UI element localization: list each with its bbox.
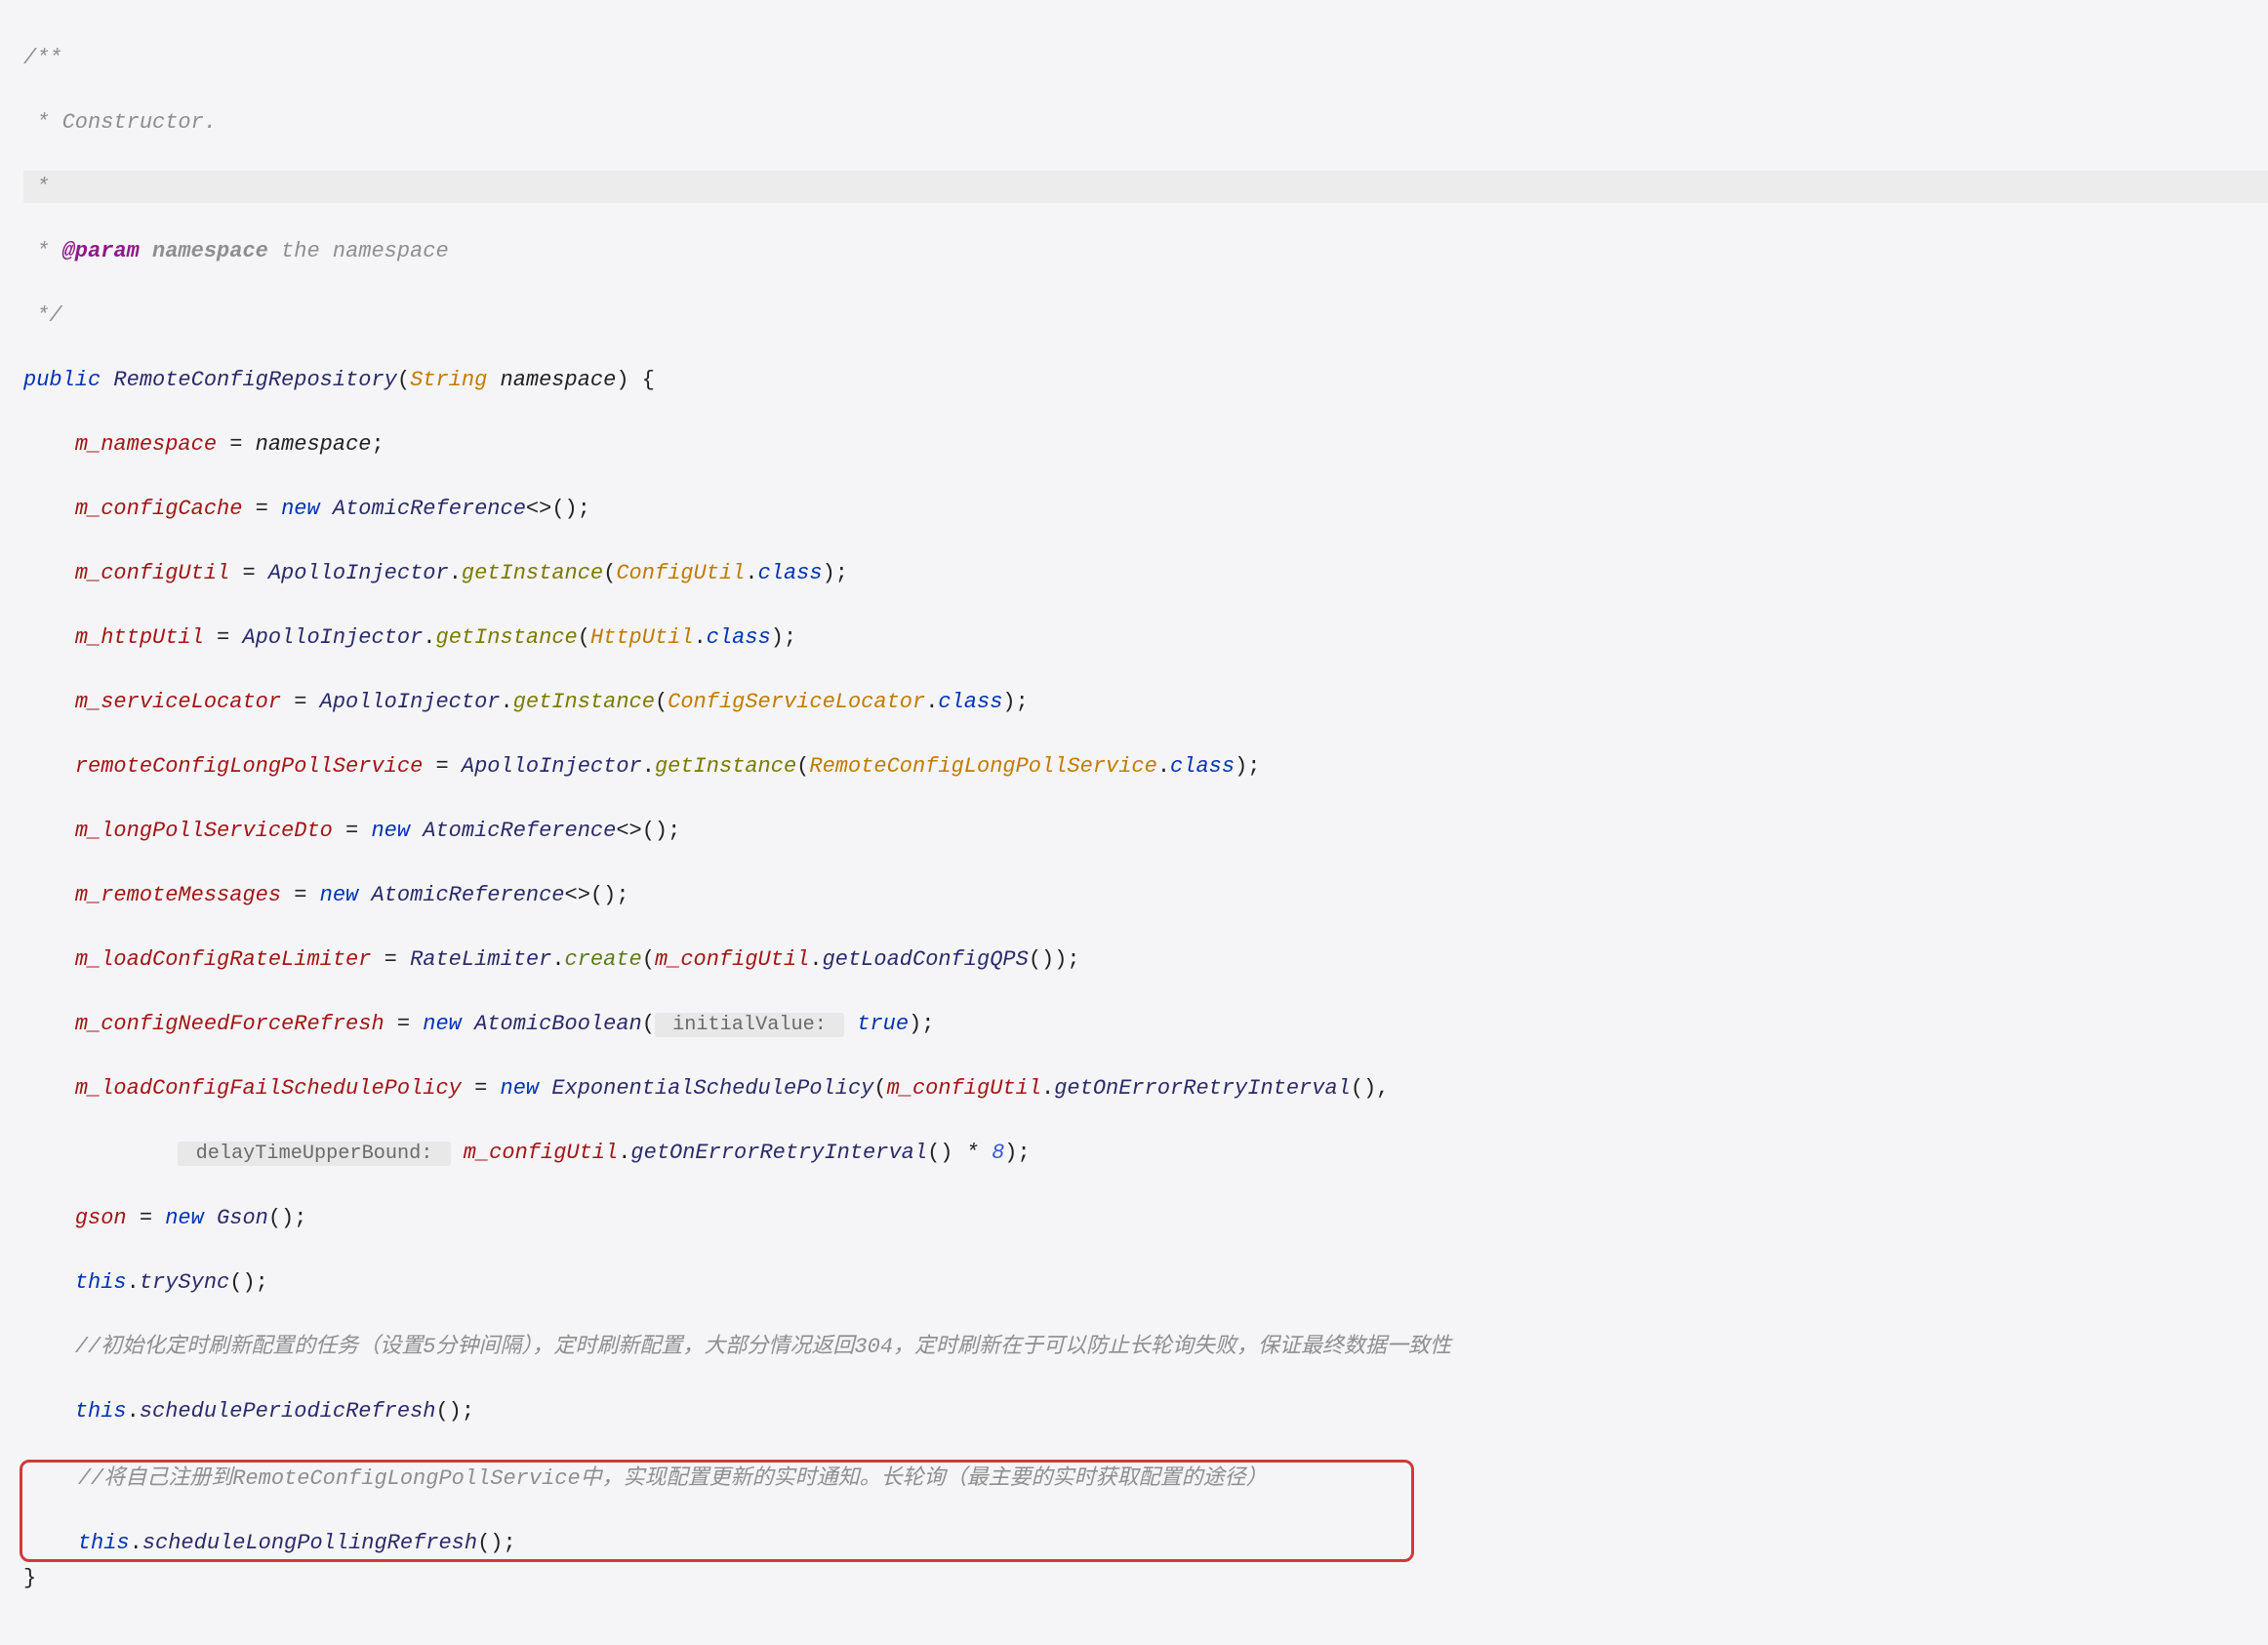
javadoc-open: /** bbox=[23, 42, 2268, 74]
stmt-call: this.trySync(); bbox=[23, 1266, 2268, 1299]
close-brace: } bbox=[23, 1562, 2268, 1594]
javadoc-line: * bbox=[23, 171, 2268, 203]
stmt-call: this.scheduleLongPollingRefresh(); bbox=[26, 1527, 1405, 1559]
javadoc-line: * Constructor. bbox=[23, 106, 2268, 139]
stmt-assign: m_httpUtil = ApolloInjector.getInstance(… bbox=[23, 622, 2268, 654]
stmt-continuation: delayTimeUpperBound: m_configUtil.getOnE… bbox=[23, 1137, 2268, 1169]
stmt-assign: m_namespace = namespace; bbox=[23, 428, 2268, 461]
comment-line: //将自己注册到RemoteConfigLongPollService中，实现配… bbox=[26, 1463, 1405, 1495]
stmt-assign: m_loadConfigRateLimiter = RateLimiter.cr… bbox=[23, 943, 2268, 976]
stmt-assign: gson = new Gson(); bbox=[23, 1202, 2268, 1234]
stmt-assign: m_loadConfigFailSchedulePolicy = new Exp… bbox=[23, 1072, 2268, 1104]
comment-line: //初始化定时刷新配置的任务（设置5分钟间隔），定时刷新配置，大部分情况返回30… bbox=[23, 1331, 2268, 1363]
javadoc-close: */ bbox=[23, 300, 2268, 332]
stmt-assign: m_remoteMessages = new AtomicReference<>… bbox=[23, 879, 2268, 911]
stmt-assign: m_serviceLocator = ApolloInjector.getIns… bbox=[23, 686, 2268, 718]
stmt-call: this.schedulePeriodicRefresh(); bbox=[23, 1395, 2268, 1427]
stmt-assign: m_longPollServiceDto = new AtomicReferen… bbox=[23, 815, 2268, 847]
constructor-signature: public RemoteConfigRepository(String nam… bbox=[23, 364, 2268, 396]
stmt-assign: m_configCache = new AtomicReference<>(); bbox=[23, 493, 2268, 525]
stmt-assign: remoteConfigLongPollService = ApolloInje… bbox=[23, 750, 2268, 782]
javadoc-param: * @param namespace the namespace bbox=[23, 235, 2268, 267]
highlighted-region: //将自己注册到RemoteConfigLongPollService中，实现配… bbox=[20, 1460, 1414, 1562]
stmt-assign: m_configNeedForceRefresh = new AtomicBoo… bbox=[23, 1008, 2268, 1040]
stmt-assign: m_configUtil = ApolloInjector.getInstanc… bbox=[23, 557, 2268, 589]
code-block: /** * Constructor. * * @param namespace … bbox=[0, 0, 2268, 1645]
param-hint: delayTimeUpperBound: bbox=[178, 1142, 450, 1166]
param-hint: initialValue: bbox=[655, 1013, 844, 1037]
